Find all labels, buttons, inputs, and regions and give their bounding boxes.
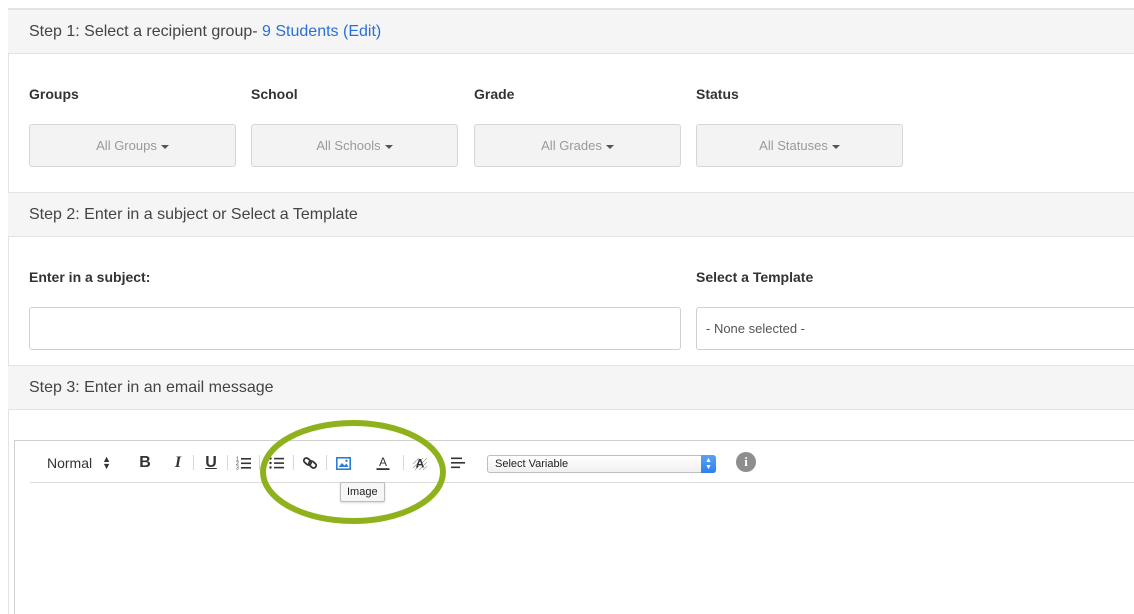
- status-label: Status: [696, 86, 739, 102]
- info-icon[interactable]: i: [736, 452, 756, 472]
- caret-down-icon: [605, 144, 614, 149]
- svg-text:A: A: [416, 457, 425, 471]
- toolbar-separator: [259, 455, 260, 470]
- updown-arrows-icon: ▲ ▼: [701, 455, 716, 473]
- school-label: School: [251, 86, 298, 102]
- background-color-icon: A: [412, 457, 428, 471]
- background-color-button[interactable]: A: [409, 451, 431, 475]
- caret-down-icon: [384, 144, 393, 149]
- school-dropdown[interactable]: All Schools: [251, 124, 458, 167]
- toolbar-divider: [30, 482, 1134, 483]
- toolbar-separator: [403, 455, 404, 470]
- image-icon: [335, 456, 351, 470]
- template-label: Select a Template: [696, 269, 814, 285]
- step1-header: Step 1: Select a recipient group- 9 Stud…: [8, 9, 1134, 54]
- bold-button[interactable]: B: [134, 451, 156, 475]
- step2-header: Step 2: Enter in a subject or Select a T…: [8, 192, 1134, 237]
- recipient-count-link[interactable]: 9 Students: [262, 23, 339, 40]
- bullet-list-icon: [269, 457, 284, 469]
- step2-title: Step 2: Enter in a subject or Select a T…: [29, 206, 358, 223]
- grade-label: Grade: [474, 86, 515, 102]
- select-variable-value: Select Variable: [495, 458, 569, 470]
- grade-dropdown[interactable]: All Grades: [474, 124, 681, 167]
- align-left-icon: [451, 457, 465, 469]
- status-dropdown[interactable]: All Statuses: [696, 124, 903, 167]
- toolbar-separator: [227, 455, 228, 470]
- format-select[interactable]: Normal ▲ ▼: [40, 451, 118, 475]
- text-color-icon: A: [376, 455, 390, 470]
- groups-dropdown[interactable]: All Groups: [29, 124, 236, 167]
- image-tooltip: Image: [340, 482, 385, 502]
- caret-down-icon: [831, 144, 840, 149]
- align-button[interactable]: [447, 451, 469, 475]
- updown-arrows-icon: ▲ ▼: [102, 454, 112, 471]
- select-variable-dropdown[interactable]: Select Variable ▲ ▼: [487, 455, 716, 473]
- edit-recipients-link[interactable]: (Edit): [343, 23, 381, 40]
- bullet-list-button[interactable]: [266, 451, 288, 475]
- ordered-list-icon: 1 2 3: [236, 457, 251, 471]
- image-button[interactable]: [332, 451, 354, 475]
- groups-label: Groups: [29, 86, 79, 102]
- svg-text:A: A: [379, 455, 387, 469]
- school-dropdown-value: All Schools: [316, 138, 381, 153]
- underline-button[interactable]: U: [200, 451, 222, 475]
- link-button[interactable]: [299, 451, 321, 475]
- caret-down-icon: [160, 144, 169, 149]
- step3-title: Step 3: Enter in an email message: [29, 379, 274, 396]
- template-select[interactable]: - None selected -: [696, 307, 1134, 350]
- status-dropdown-value: All Statuses: [759, 138, 828, 153]
- italic-button[interactable]: I: [167, 451, 189, 475]
- svg-text:3: 3: [236, 466, 239, 471]
- toolbar-separator: [326, 455, 327, 470]
- step1-title: Step 1: Select a recipient group-: [29, 23, 263, 40]
- grade-dropdown-value: All Grades: [541, 138, 602, 153]
- step3-header: Step 3: Enter in an email message: [8, 365, 1134, 410]
- subject-label: Enter in a subject:: [29, 269, 151, 285]
- toolbar-separator: [293, 455, 294, 470]
- groups-dropdown-value: All Groups: [96, 138, 157, 153]
- toolbar-separator: [193, 455, 194, 470]
- link-icon: [302, 457, 318, 469]
- ordered-list-button[interactable]: 1 2 3: [233, 451, 255, 475]
- text-color-button[interactable]: A: [372, 451, 394, 475]
- format-select-value: Normal: [47, 455, 93, 471]
- subject-input[interactable]: [29, 307, 681, 350]
